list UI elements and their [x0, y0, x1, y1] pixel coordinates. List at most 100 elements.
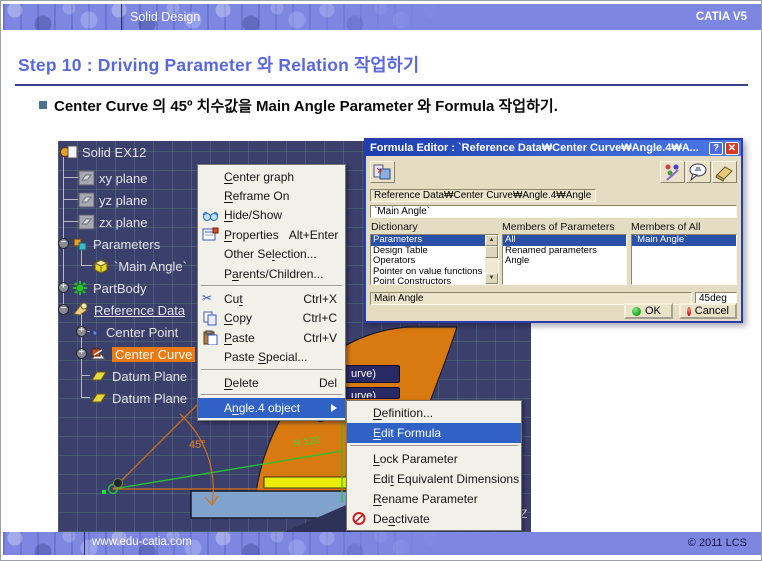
point-icon	[90, 325, 102, 339]
submenu-item-rename-parameter[interactable]: Rename Parameter	[347, 489, 521, 509]
members-of-all-list[interactable]: `Main Angle`	[631, 234, 737, 285]
menu-item-reframe-on[interactable]: Reframe On	[198, 186, 345, 205]
scroll-up-icon[interactable]: ▲	[485, 235, 498, 246]
expand-icon[interactable]	[76, 326, 87, 337]
tree-connector	[82, 265, 92, 266]
slide: Solid Design CATIA V5 Step 10 : Driving …	[0, 0, 762, 561]
close-icon[interactable]: ✕	[725, 142, 739, 155]
menu-item-delete[interactable]: Delete Del	[198, 373, 345, 392]
angle-submenu: Definition... Edit Formula Lock Paramete…	[346, 400, 522, 531]
submenu-item-edit-formula[interactable]: Edit Formula	[347, 423, 521, 443]
list-item[interactable]: Point Constructors	[371, 277, 485, 285]
menu-shortcut: Del	[309, 376, 337, 390]
cancel-button[interactable]: Cancel	[679, 303, 737, 319]
footer-decoration	[3, 532, 463, 555]
import-formula-button[interactable]	[370, 161, 395, 183]
header-product-label: Solid Design	[130, 10, 200, 24]
collapse-icon[interactable]	[58, 304, 69, 315]
menu-item-properties[interactable]: Properties Alt+Enter	[198, 225, 345, 244]
submenu-item-definition[interactable]: Definition...	[347, 403, 521, 423]
members-of-parameters-list[interactable]: All Renamed parameters Angle	[502, 234, 627, 285]
tree-item-parameters[interactable]: Parameters	[72, 234, 160, 254]
tree-item-label: yz plane	[99, 193, 147, 208]
menu-item-angle4-object[interactable]: Angle.4 object	[198, 398, 345, 417]
expand-icon[interactable]	[58, 282, 69, 293]
dialog-body: Reference Data₩Center Curve₩Angle.4₩Angl…	[366, 156, 741, 321]
menu-shortcut: Ctrl+V	[293, 331, 337, 345]
footer-url: www.edu-catia.com	[92, 536, 192, 548]
ok-led-icon	[632, 307, 641, 316]
tree-item-yz-plane[interactable]: yz plane	[78, 190, 147, 210]
sketch-icon	[90, 346, 108, 362]
menu-separator	[201, 394, 342, 396]
scrollbar[interactable]: ▲ ▼	[485, 235, 498, 284]
menu-item-cut[interactable]: ✂ Cut Ctrl+X	[198, 289, 345, 308]
speech-bubble-icon	[687, 162, 710, 182]
tree-item-label: `Main Angle`	[114, 259, 187, 274]
dictionary-list[interactable]: Parameters Design Table Operators Pointe…	[370, 234, 499, 285]
menu-item-center-graph[interactable]: Center graph	[198, 167, 345, 186]
tree-item-reference-data[interactable]: Reference Data	[72, 300, 185, 320]
menu-item-paste-special[interactable]: Paste Special...	[198, 348, 345, 367]
scroll-down-icon[interactable]: ▼	[485, 273, 498, 284]
tree-item-partbody[interactable]: PartBody	[72, 278, 146, 298]
menu-shortcut: Alt+Enter	[279, 228, 339, 242]
partbody-icon	[72, 280, 89, 296]
menu-item-copy[interactable]: Copy Ctrl+C	[198, 309, 345, 328]
deactivate-icon	[351, 511, 368, 526]
bullet-text: Center Curve 의 45º 치수값을 Main Angle Param…	[54, 95, 558, 116]
copy-icon	[202, 311, 219, 326]
scroll-thumb[interactable]	[485, 246, 498, 258]
footer-copyright: © 2011 LCS	[688, 537, 747, 549]
menu-item-other-selection[interactable]: Other Selection...	[198, 245, 345, 264]
tree-item-root[interactable]: Solid EX12	[60, 142, 146, 162]
graph-wizard-button[interactable]	[660, 161, 685, 183]
footer-divider	[84, 532, 85, 555]
tree-item-label: Center Point	[106, 325, 178, 340]
dialog-titlebar[interactable]: Formula Editor : `Reference Data₩Center …	[366, 140, 741, 156]
erase-button[interactable]	[712, 161, 737, 183]
tree-item-zx-plane[interactable]: zx plane	[78, 212, 147, 232]
reference-set-icon	[72, 302, 90, 318]
menu-separator	[201, 369, 342, 371]
list-item[interactable]: Parameters	[371, 235, 485, 246]
menu-shortcut: Ctrl+X	[293, 292, 337, 306]
tree-item-center-curve[interactable]: Center Curve	[90, 344, 195, 364]
datum-plane-icon	[90, 391, 108, 405]
list-item[interactable]: `Main Angle`	[632, 235, 736, 246]
menu-item-parents-children[interactable]: Parents/Children...	[198, 264, 345, 283]
members-of-all-header: Members of All	[631, 221, 700, 233]
submenu-item-deactivate[interactable]: Deactivate	[347, 509, 521, 529]
section-yellow	[264, 477, 347, 488]
tree-item-label: PartBody	[93, 281, 146, 296]
collapse-icon[interactable]	[58, 238, 69, 249]
tree-item-main-angle[interactable]: `Main Angle`	[92, 256, 187, 276]
submenu-item-lock-parameter[interactable]: Lock Parameter	[347, 449, 521, 469]
tree-item-label: zx plane	[99, 215, 147, 230]
menu-item-paste[interactable]: Paste Ctrl+V	[198, 328, 345, 347]
members-of-parameters-header: Members of Parameters	[502, 221, 615, 233]
formula-import-icon	[371, 162, 394, 182]
header-divider	[121, 4, 122, 30]
tree-item-xy-plane[interactable]: xy plane	[78, 168, 147, 188]
plane-icon	[78, 170, 95, 186]
tree-item-datum-plane-2[interactable]: Datum Plane	[90, 388, 187, 408]
submenu-item-edit-equivalent-dimensions[interactable]: Edit Equivalent Dimensions	[347, 469, 521, 489]
tree-item-center-point[interactable]: Center Point	[90, 322, 178, 342]
list-item[interactable]: Angle	[503, 256, 626, 267]
tree-item-label: Datum Plane	[112, 391, 187, 406]
ok-button[interactable]: OK	[624, 303, 673, 319]
tree-item-datum-plane-1[interactable]: Datum Plane	[90, 366, 187, 386]
help-button[interactable]: ?	[709, 142, 723, 155]
tree-connector	[64, 199, 78, 200]
list-item[interactable]: Operators	[371, 256, 485, 267]
expand-icon[interactable]	[76, 348, 87, 359]
formula-input[interactable]: `Main Angle`	[370, 205, 737, 218]
comment-button[interactable]	[686, 161, 711, 183]
list-item[interactable]: All	[503, 235, 626, 246]
formula-editor-dialog: Formula Editor : `Reference Data₩Center …	[364, 138, 743, 323]
tree-connector	[64, 177, 78, 178]
angle-dimension-value[interactable]: 45°	[189, 439, 206, 451]
menu-separator	[350, 445, 518, 447]
menu-item-hide-show[interactable]: Hide/Show	[198, 206, 345, 225]
